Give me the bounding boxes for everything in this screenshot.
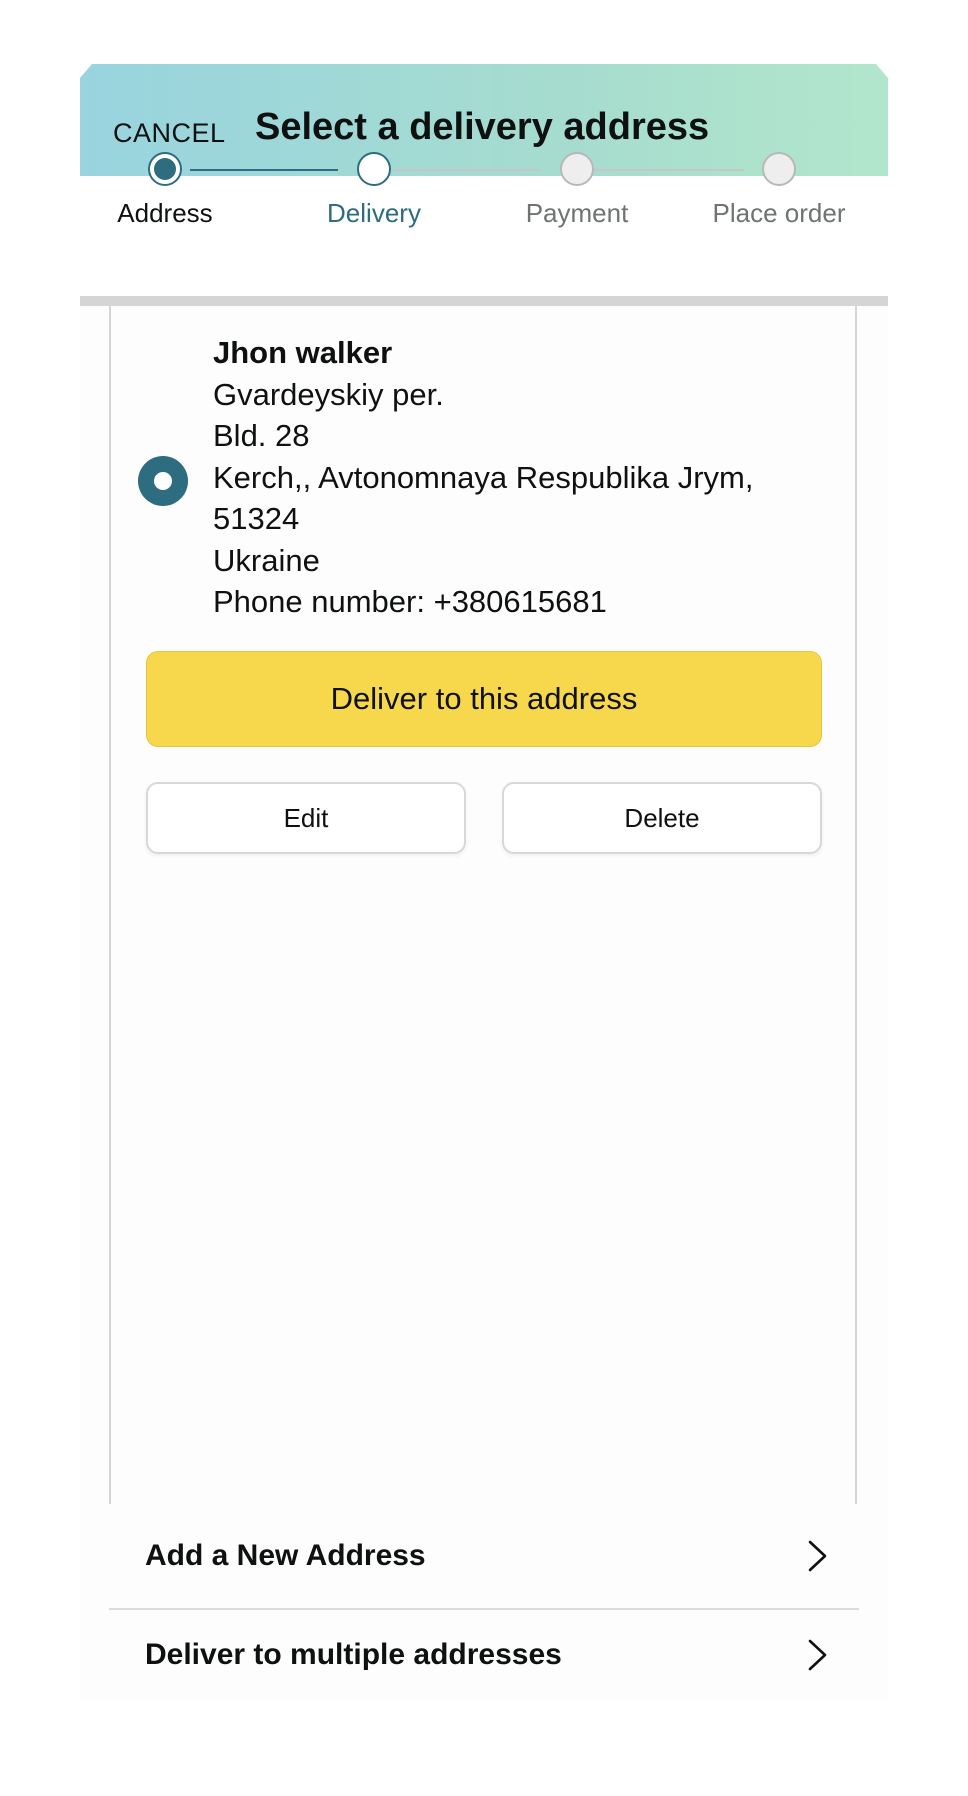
chevron-right-icon bbox=[808, 1639, 827, 1671]
step-payment-label: Payment bbox=[525, 198, 629, 228]
deliver-to-multiple-addresses-row[interactable]: Deliver to multiple addresses bbox=[109, 1610, 859, 1700]
step-connector-address-delivery bbox=[190, 169, 338, 171]
step-place-order-dot bbox=[762, 152, 796, 186]
checkout-progress-stepper: Address Delivery Payment Place order bbox=[80, 152, 888, 296]
step-delivery-label: Delivery bbox=[327, 198, 421, 228]
add-new-address-label: Add a New Address bbox=[145, 1539, 426, 1572]
step-connector-payment-order bbox=[594, 169, 744, 171]
address-line-1: Gvardeyskiy per. bbox=[213, 376, 444, 412]
step-place-order-label: Place order bbox=[712, 198, 846, 228]
cancel-button[interactable]: CANCEL bbox=[113, 118, 226, 149]
step-address-label: Address bbox=[117, 198, 213, 228]
step-delivery-dot bbox=[357, 152, 391, 186]
deliver-to-this-address-button[interactable]: Deliver to this address bbox=[146, 651, 822, 747]
step-address-dot bbox=[148, 152, 182, 186]
address-radio-selected[interactable] bbox=[138, 456, 188, 506]
address-details: Jhon walker Gvardeyskiy per. Bld. 28 Ker… bbox=[213, 332, 833, 623]
address-city-region: Kerch,, Avtonomnaya Respublika Jrym, bbox=[213, 459, 754, 495]
step-connector-delivery-payment bbox=[391, 169, 541, 171]
address-country: Ukraine bbox=[213, 542, 320, 578]
checkout-screen: CANCEL Select a delivery address Address… bbox=[80, 64, 888, 1700]
address-postal-code: 51324 bbox=[213, 501, 300, 536]
address-phone: Phone number: +380615681 bbox=[213, 584, 607, 619]
add-new-address-row[interactable]: Add a New Address bbox=[109, 1504, 859, 1608]
edit-address-button[interactable]: Edit bbox=[146, 782, 466, 854]
delete-address-button[interactable]: Delete bbox=[502, 782, 822, 854]
page-title: Select a delivery address bbox=[255, 106, 710, 148]
address-name: Jhon walker bbox=[213, 335, 393, 370]
deliver-to-multiple-addresses-label: Deliver to multiple addresses bbox=[145, 1638, 562, 1671]
stepper-divider bbox=[80, 296, 888, 306]
address-line-2: Bld. 28 bbox=[213, 418, 310, 453]
step-payment-dot bbox=[560, 152, 594, 186]
chevron-right-icon bbox=[808, 1540, 827, 1572]
